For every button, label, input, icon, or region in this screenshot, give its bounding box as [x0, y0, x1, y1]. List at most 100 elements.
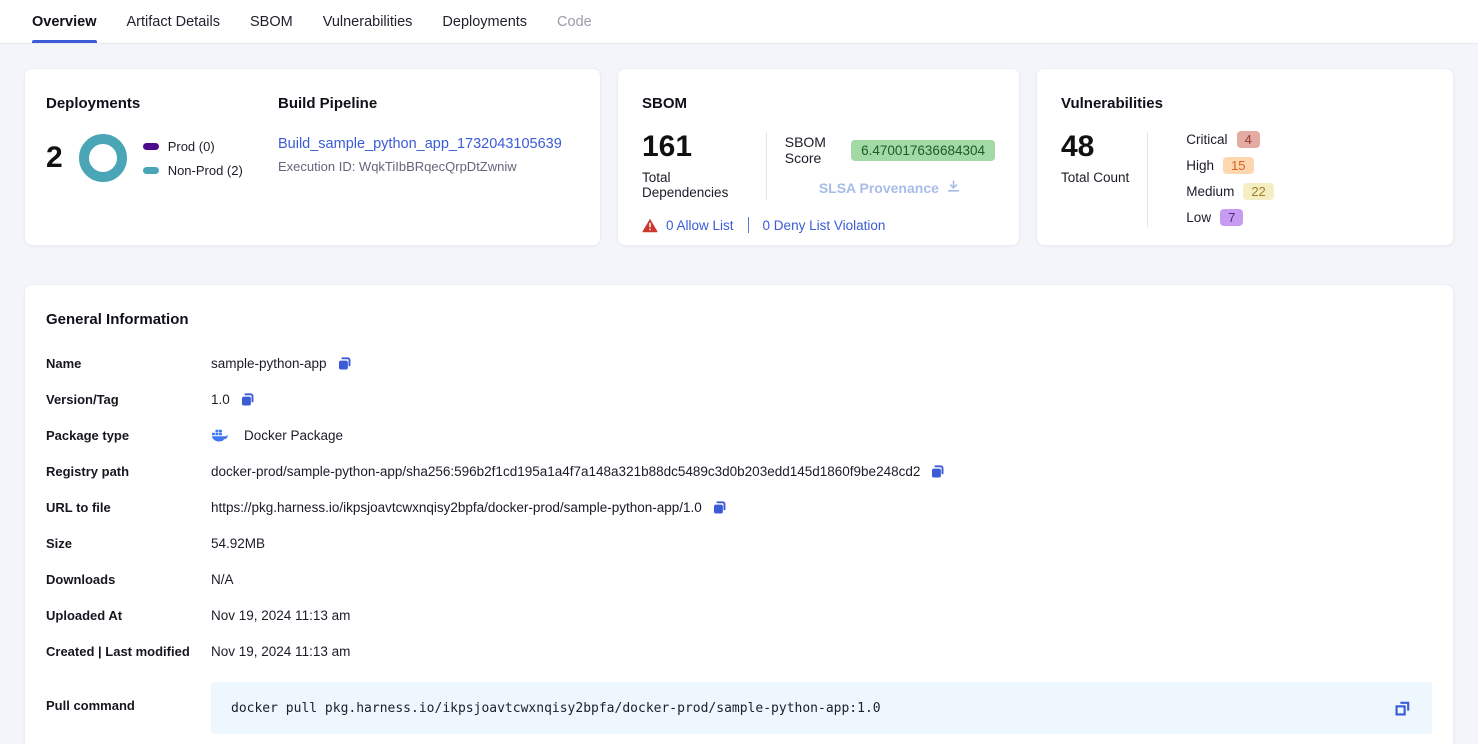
url-to-file-label: URL to file: [46, 500, 211, 515]
row-name: Name sample-python-app: [46, 352, 1432, 374]
downloads-label: Downloads: [46, 572, 211, 587]
high-label: High: [1186, 158, 1214, 173]
vulnerabilities-total-caption: Total Count: [1061, 170, 1129, 185]
execution-id: Execution ID: WqkTiIbBRqecQrpDtZwniw: [278, 159, 579, 174]
nonprod-swatch-icon: [143, 167, 159, 174]
vulnerabilities-total-count: 48: [1061, 130, 1129, 164]
medium-count-badge: 22: [1243, 183, 1273, 200]
sbom-title: SBOM: [642, 95, 995, 112]
copy-name-button[interactable]: [336, 355, 353, 372]
version-label: Version/Tag: [46, 392, 211, 407]
tab-vulnerabilities[interactable]: Vulnerabilities: [323, 0, 413, 43]
row-version: Version/Tag 1.0: [46, 388, 1432, 410]
tab-code: Code: [557, 0, 592, 43]
copy-registry-path-button[interactable]: [929, 463, 946, 480]
uploaded-at-value: Nov 19, 2024 11:13 am: [211, 608, 350, 623]
sbom-totals: 161 Total Dependencies: [642, 130, 748, 200]
low-label: Low: [1186, 210, 1211, 225]
vulnerabilities-title: Vulnerabilities: [1061, 95, 1429, 112]
summary-cards-row: Deployments 2 Prod (0) Non-Prod (2): [24, 68, 1454, 246]
severity-row-medium: Medium 22: [1186, 182, 1273, 201]
vulnerabilities-divider: [1147, 132, 1148, 227]
critical-count-badge: 4: [1237, 131, 1260, 148]
deployments-title: Deployments: [46, 95, 278, 112]
copy-version-button[interactable]: [239, 391, 256, 408]
sbom-score-section: SBOM Score 6.470017636684304 SLSA Proven…: [785, 130, 995, 200]
warning-icon: [642, 218, 658, 233]
sbom-violations-row: 0 Allow List 0 Deny List Violation: [642, 217, 995, 233]
pull-command-value: docker pull pkg.harness.io/ikpsjoavtcwxn…: [231, 701, 1393, 716]
build-pipeline-section: Build Pipeline Build_sample_python_app_1…: [278, 95, 579, 225]
legend-item-prod: Prod (0): [143, 139, 243, 154]
build-pipeline-title: Build Pipeline: [278, 95, 579, 112]
size-value: 54.92MB: [211, 536, 265, 551]
legend-prod-label: Prod (0): [168, 139, 215, 154]
size-label: Size: [46, 536, 211, 551]
uploaded-at-label: Uploaded At: [46, 608, 211, 623]
build-pipeline-link[interactable]: Build_sample_python_app_1732043105639: [278, 136, 579, 152]
row-pull-command: Pull command docker pull pkg.harness.io/…: [46, 682, 1432, 734]
sbom-divider: [766, 132, 767, 200]
prod-swatch-icon: [143, 143, 159, 150]
url-to-file-value: https://pkg.harness.io/ikpsjoavtcwxnqisy…: [211, 500, 702, 515]
sbom-score-label: SBOM Score: [785, 134, 841, 166]
legend-item-nonprod: Non-Prod (2): [143, 163, 243, 178]
vulnerabilities-totals: 48 Total Count: [1061, 130, 1129, 227]
row-registry-path: Registry path docker-prod/sample-python-…: [46, 460, 1432, 482]
legend-nonprod-label: Non-Prod (2): [168, 163, 243, 178]
general-information-title: General Information: [46, 311, 1432, 328]
row-size: Size 54.92MB: [46, 532, 1432, 554]
general-information-card: General Information Name sample-python-a…: [24, 284, 1454, 744]
severity-row-high: High 15: [1186, 156, 1273, 175]
tab-sbom[interactable]: SBOM: [250, 0, 293, 43]
slsa-provenance-download[interactable]: SLSA Provenance: [785, 179, 995, 197]
sbom-total-dependencies: 161: [642, 130, 748, 164]
deployments-legend: Prod (0) Non-Prod (2): [143, 139, 243, 178]
allow-list-link[interactable]: 0 Allow List: [666, 218, 734, 233]
row-uploaded-at: Uploaded At Nov 19, 2024 11:13 am: [46, 604, 1432, 626]
sbom-total-caption: Total Dependencies: [642, 170, 748, 200]
deployments-total-count: 2: [46, 141, 63, 175]
tab-bar: Overview Artifact Details SBOM Vulnerabi…: [0, 0, 1478, 44]
severity-row-critical: Critical 4: [1186, 130, 1273, 149]
vulnerabilities-card: Vulnerabilities 48 Total Count Critical …: [1036, 68, 1454, 246]
registry-path-value: docker-prod/sample-python-app/sha256:596…: [211, 464, 920, 479]
severity-list: Critical 4 High 15 Medium 22 Low 7: [1186, 130, 1273, 227]
downloads-value: N/A: [211, 572, 234, 587]
deployments-donut-chart: [79, 134, 127, 182]
medium-label: Medium: [1186, 184, 1234, 199]
row-created-modified: Created | Last modified Nov 19, 2024 11:…: [46, 640, 1432, 662]
package-type-value: Docker Package: [244, 428, 343, 443]
low-count-badge: 7: [1220, 209, 1243, 226]
created-modified-value: Nov 19, 2024 11:13 am: [211, 644, 350, 659]
registry-path-label: Registry path: [46, 464, 211, 479]
copy-url-button[interactable]: [711, 499, 728, 516]
name-label: Name: [46, 356, 211, 371]
pull-command-label: Pull command: [46, 682, 211, 713]
slsa-provenance-label: SLSA Provenance: [819, 180, 939, 196]
sbom-score-badge: 6.470017636684304: [851, 140, 995, 161]
copy-pull-command-button[interactable]: [1393, 699, 1412, 718]
severity-row-low: Low 7: [1186, 208, 1273, 227]
deployments-card: Deployments 2 Prod (0) Non-Prod (2): [24, 68, 601, 246]
row-package-type: Package type Docker Package: [46, 424, 1432, 446]
package-type-label: Package type: [46, 428, 211, 443]
tab-artifact-details[interactable]: Artifact Details: [127, 0, 220, 43]
tab-deployments[interactable]: Deployments: [442, 0, 527, 43]
name-value: sample-python-app: [211, 356, 327, 371]
deny-list-link[interactable]: 0 Deny List Violation: [763, 218, 886, 233]
row-downloads: Downloads N/A: [46, 568, 1432, 590]
row-url-to-file: URL to file https://pkg.harness.io/ikpsj…: [46, 496, 1432, 518]
docker-icon: [211, 428, 228, 442]
tab-overview[interactable]: Overview: [32, 0, 97, 43]
download-icon: [946, 179, 961, 197]
critical-label: Critical: [1186, 132, 1227, 147]
deployments-section: Deployments 2 Prod (0) Non-Prod (2): [46, 95, 278, 225]
version-value: 1.0: [211, 392, 230, 407]
overview-page: Deployments 2 Prod (0) Non-Prod (2): [0, 44, 1478, 744]
high-count-badge: 15: [1223, 157, 1253, 174]
pull-command-box: docker pull pkg.harness.io/ikpsjoavtcwxn…: [211, 682, 1432, 734]
violations-divider: [748, 217, 749, 233]
sbom-card: SBOM 161 Total Dependencies SBOM Score 6…: [617, 68, 1020, 246]
created-modified-label: Created | Last modified: [46, 644, 211, 659]
